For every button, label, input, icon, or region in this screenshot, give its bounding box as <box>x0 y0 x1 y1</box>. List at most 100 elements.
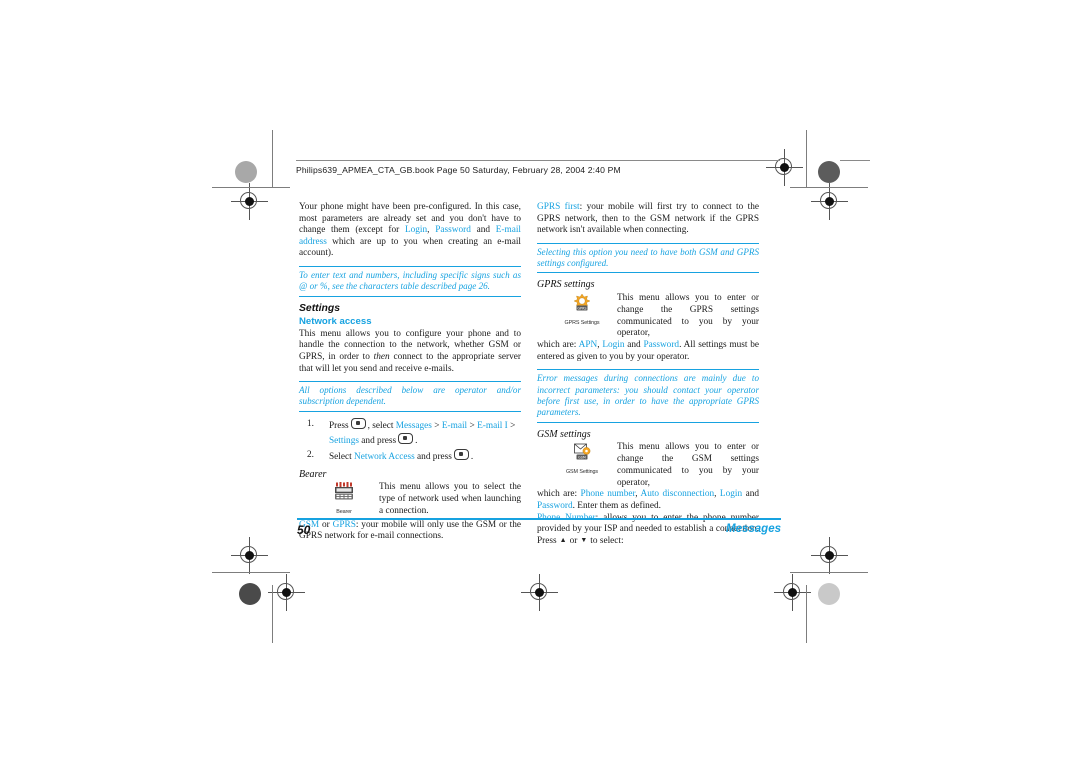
left-text-column: Your phone might have been pre-configure… <box>299 202 521 543</box>
registration-mark-bottom-right <box>811 537 848 574</box>
bearer-icon-label: Bearer <box>336 508 352 515</box>
step-item-2: 2. Select Network Access and press,. <box>299 448 521 464</box>
param-apn: APN <box>578 340 598 351</box>
phone-number-post: to select: <box>590 535 624 546</box>
page-footer: 50 Messages <box>297 518 781 537</box>
registration-mark-bottom-center <box>521 574 558 611</box>
step2-end: . <box>470 451 474 462</box>
gprs-which-pre: which are: <box>537 340 579 351</box>
step-item-1: 1. Press,, select Messages > E-mail > E-m… <box>299 417 521 448</box>
gsm-icon-paragraph: GSM GSM Settings This menu allows you to… <box>537 442 759 489</box>
crop-line-top-left <box>212 187 290 188</box>
menu-email: E-mail <box>441 420 468 431</box>
right-text-column: GPRS first: your mobile will first try t… <box>537 202 759 547</box>
registration-mark-bottom-right-inner <box>774 574 811 611</box>
gprs-icon-label: GPRS Settings <box>564 319 600 326</box>
gsm-sep3: and <box>742 489 759 500</box>
step2-pre: Select <box>329 451 352 462</box>
intro-paragraph: Your phone might have been pre-configure… <box>299 202 521 260</box>
phone-number-or: or <box>569 535 578 546</box>
gsm-params-paragraph: which are: Phone number, Auto disconnect… <box>537 489 759 512</box>
step-number-2: 2. <box>307 449 314 460</box>
gprs-icon-paragraph: GPRS GPRS Settings This menu allows you … <box>537 293 759 340</box>
intro-part2: which are up to you when creating an e-m… <box>299 236 521 259</box>
heading-settings: Settings <box>299 302 340 314</box>
crop-line-bottom-right <box>790 572 868 573</box>
gsm-body-text: This menu allows you to enter or change … <box>617 442 759 488</box>
step1-mid: , select <box>367 420 396 431</box>
registration-mark-bottom-left-inner <box>268 574 305 611</box>
arrow-up-icon: ▲ <box>559 535 567 544</box>
gprs-first-paragraph: GPRS first: your mobile will first try t… <box>537 202 759 237</box>
step1-pre: Press <box>329 420 349 431</box>
arrow-down-icon: ▼ <box>580 535 588 544</box>
gprs-params-paragraph: which are: APN, Login and Password. All … <box>537 340 759 363</box>
intro-sep2: and <box>470 225 496 236</box>
bearer-icon-paragraph: Bearer This menu allows you to select th… <box>299 482 521 517</box>
param-gsm-password: Password <box>537 500 573 511</box>
registration-mark-top-left-outer <box>231 183 268 220</box>
gprs-body-text: This menu allows you to enter or change … <box>617 292 759 339</box>
registration-mark-bottom-left <box>231 537 268 574</box>
link-login: Login <box>404 225 428 236</box>
note-operator-dependent: All options described below are operator… <box>299 381 521 412</box>
network-access-paragraph: This menu allows you to configure your p… <box>299 329 521 375</box>
gprs-sep2: and <box>624 340 644 351</box>
heading-gsm-settings: GSM settings <box>537 428 591 440</box>
gsm-icon-label: GSM Settings <box>565 468 599 475</box>
crop-line-bottom-left-vert <box>272 585 273 643</box>
menu-settings: Settings <box>329 435 359 446</box>
param-login: Login <box>602 340 625 351</box>
crop-line-bottom-left <box>212 572 290 573</box>
book-file-header: Philips639_APMEA_CTA_GB.book Page 50 Sat… <box>296 160 780 175</box>
param-password: Password <box>643 340 680 351</box>
printed-manual-page: Philips639_APMEA_CTA_GB.book Page 50 Sat… <box>0 0 1080 763</box>
ok-key-icon-3: , <box>453 448 469 460</box>
gprs-settings-icon: GPRS <box>572 293 592 312</box>
menu-messages: Messages <box>395 420 432 431</box>
header-rule-right <box>840 160 870 161</box>
svg-text:GSM: GSM <box>578 456 586 460</box>
note-error-messages: Error messages during connections are ma… <box>537 369 759 423</box>
gsm-which-pre: which are: <box>537 489 581 500</box>
gsm-icon-wrap: GSM GSM Settings <box>551 442 613 478</box>
note-characters-table: To enter text and numbers, including spe… <box>299 265 521 297</box>
param-gsm-login: Login <box>719 489 743 500</box>
step2-post: and press <box>414 451 452 462</box>
crop-line-top-right-vert <box>806 130 807 188</box>
heading-gprs-settings: GPRS settings <box>537 279 595 291</box>
intro-sep1: , <box>427 225 436 236</box>
option-gprs-first: GPRS first <box>537 202 580 212</box>
ok-key-icon-2: , <box>398 432 414 444</box>
bearer-body-text: This menu allows you to select the type … <box>379 482 521 516</box>
menu-network-access: Network Access <box>354 451 415 462</box>
note-both-settings: Selecting this option you need to have b… <box>537 242 759 274</box>
crop-line-top-right <box>790 187 868 188</box>
step1-post: and press <box>358 435 397 446</box>
link-password: Password <box>435 225 471 236</box>
print-control-blob-top-left <box>235 161 257 183</box>
bearer-antenna-icon <box>334 482 354 501</box>
print-control-blob-bottom-right <box>818 583 840 605</box>
gsm-which-post: . Enter them as defined. <box>572 500 661 511</box>
param-phone-number: Phone number <box>580 489 636 500</box>
registration-mark-top-right-outer <box>811 183 848 220</box>
na-then-italic: then <box>373 351 390 362</box>
crop-line-top-left-vert <box>272 130 273 188</box>
heading-bearer: Bearer <box>299 468 327 480</box>
step1-end: . <box>415 435 418 446</box>
step1-gt2: > <box>467 420 478 431</box>
print-control-blob-top-right <box>818 161 840 183</box>
param-auto-disconnection: Auto disconnection <box>640 489 715 500</box>
print-control-blob-bottom-left <box>239 583 261 605</box>
footer-section-title: Messages <box>726 523 781 535</box>
page-number: 50 <box>297 523 311 537</box>
crop-line-bottom-right-vert <box>806 585 807 643</box>
menu-email-1: E-mail I <box>477 420 508 431</box>
svg-text:GPRS: GPRS <box>577 306 586 310</box>
step1-gt1: > <box>431 420 442 431</box>
gprs-icon-wrap: GPRS GPRS Settings <box>551 293 613 329</box>
steps-list: 1. Press,, select Messages > E-mail > E-m… <box>299 417 521 464</box>
heading-network-access: Network access <box>299 316 372 328</box>
gsm-settings-icon: GSM <box>572 442 592 461</box>
